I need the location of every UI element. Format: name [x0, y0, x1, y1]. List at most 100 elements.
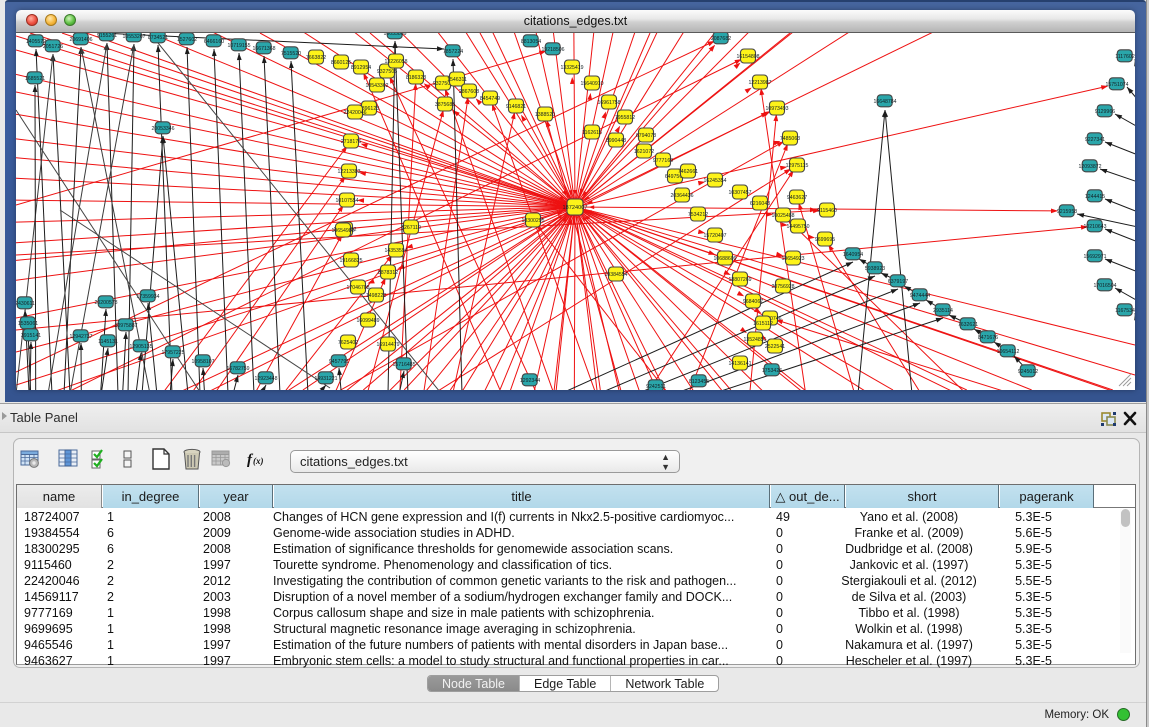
svg-text:9146821: 9146821: [506, 104, 526, 110]
svg-text:9129966: 9129966: [1095, 109, 1115, 115]
svg-text:14931221: 14931221: [314, 376, 337, 382]
svg-text:20756928: 20756928: [771, 284, 794, 290]
svg-text:19166825: 19166825: [339, 258, 362, 264]
svg-text:6216043: 6216043: [750, 201, 770, 207]
svg-text:19654982: 19654982: [331, 228, 354, 234]
svg-text:16782759: 16782759: [226, 366, 249, 372]
svg-text:10973493: 10973493: [765, 106, 788, 112]
svg-text:12905135: 12905135: [129, 344, 152, 350]
svg-text:18300295: 18300295: [521, 218, 544, 224]
svg-text:16961758: 16961758: [597, 100, 620, 106]
svg-text:8123455: 8123455: [689, 379, 709, 385]
svg-text:1162615: 1162615: [582, 130, 602, 136]
svg-text:10307457: 10307457: [728, 190, 751, 196]
svg-text:9242511: 9242511: [646, 384, 666, 390]
svg-text:16154808: 16154808: [736, 54, 759, 60]
svg-text:16914479: 16914479: [376, 342, 399, 348]
svg-text:9457791: 9457791: [329, 359, 349, 365]
svg-text:12923448: 12923448: [254, 376, 277, 382]
svg-text:2867608: 2867608: [459, 89, 479, 95]
svg-text:6379197: 6379197: [888, 279, 908, 285]
svg-text:1292344: 1292344: [520, 378, 540, 384]
svg-text:1167534: 1167534: [1115, 308, 1135, 314]
svg-text:9699695: 9699695: [815, 237, 835, 243]
svg-text:9327505: 9327505: [377, 69, 397, 75]
svg-text:7857224: 7857224: [443, 49, 463, 55]
svg-text:10210643: 10210643: [1083, 224, 1106, 230]
svg-text:20200578: 20200578: [94, 300, 117, 306]
svg-text:8660125: 8660125: [331, 60, 351, 66]
svg-text:9474444: 9474444: [910, 293, 930, 299]
svg-text:10553267: 10553267: [122, 34, 145, 40]
svg-text:19218506: 19218506: [541, 47, 564, 53]
svg-text:10543362: 10543362: [365, 83, 388, 89]
svg-text:2087682: 2087682: [711, 36, 731, 42]
svg-text:8734521: 8734521: [148, 35, 168, 41]
svg-text:8186328: 8186328: [406, 75, 426, 81]
svg-text:8454749: 8454749: [480, 96, 500, 102]
svg-text:1535061: 1535061: [18, 321, 38, 327]
svg-text:14495750: 14495750: [786, 224, 809, 230]
svg-text:10654112: 10654112: [997, 349, 1020, 355]
svg-text:9155261: 9155261: [97, 33, 117, 39]
svg-text:10719155: 10719155: [227, 43, 250, 49]
svg-text:10975887: 10975887: [114, 323, 137, 329]
svg-text:9245012: 9245012: [1018, 369, 1038, 375]
svg-text:13524851: 13524851: [743, 337, 766, 343]
svg-text:9115460: 9115460: [817, 208, 837, 214]
svg-text:2718176: 2718176: [341, 139, 361, 145]
svg-text:1527602: 1527602: [177, 37, 197, 43]
svg-text:17016504: 17016504: [1093, 283, 1116, 289]
svg-text:20364436: 20364436: [670, 193, 693, 199]
svg-text:12213383: 12213383: [337, 169, 360, 175]
svg-text:1145131: 1145131: [98, 339, 118, 345]
svg-text:17046708: 17046708: [346, 285, 369, 291]
svg-text:18807269: 18807269: [728, 277, 751, 283]
svg-text:2935114: 2935114: [933, 308, 953, 314]
svg-text:8471676: 8471676: [978, 335, 998, 341]
svg-text:1640954: 1640954: [843, 252, 863, 258]
svg-text:13325419: 13325419: [560, 65, 583, 71]
svg-text:3875685: 3875685: [435, 102, 455, 108]
svg-text:1244415: 1244415: [1085, 194, 1105, 200]
svg-text:7625402: 7625402: [338, 340, 358, 346]
svg-text:16648784: 16648784: [873, 99, 896, 105]
svg-text:1685521: 1685521: [25, 76, 45, 82]
svg-text:(x): (x): [253, 456, 264, 466]
svg-text:3267110: 3267110: [401, 225, 421, 231]
svg-text:6794078: 6794078: [636, 133, 656, 139]
svg-text:1117602: 1117602: [1115, 54, 1135, 60]
svg-text:7485063: 7485063: [780, 136, 800, 142]
svg-text:7632621: 7632621: [958, 322, 978, 328]
svg-text:12975115: 12975115: [786, 163, 809, 169]
svg-text:15716485: 15716485: [392, 362, 415, 368]
svg-text:10025488: 10025488: [771, 213, 794, 219]
svg-text:9215958: 9215958: [1057, 209, 1077, 215]
svg-text:7663822: 7663822: [306, 55, 326, 61]
svg-text:15692971: 15692971: [1083, 254, 1106, 260]
svg-text:14353594: 14353594: [384, 248, 407, 254]
svg-text:7462661: 7462661: [678, 169, 698, 175]
svg-text:9777169: 9777169: [653, 158, 673, 164]
svg-text:15751074: 15751074: [1105, 82, 1128, 88]
svg-text:5938923: 5938923: [865, 266, 885, 272]
svg-text:7955812: 7955812: [615, 115, 635, 121]
svg-text:16671368: 16671368: [252, 46, 275, 52]
svg-text:8990448: 8990448: [606, 138, 626, 144]
svg-text:6466160: 6466160: [204, 39, 224, 45]
svg-text:15640910: 15640910: [580, 81, 603, 87]
svg-text:7515520: 7515520: [281, 51, 301, 57]
svg-text:10688609: 10688609: [713, 256, 736, 262]
svg-text:17359934: 17359934: [136, 294, 159, 300]
svg-text:10107554: 10107554: [335, 198, 358, 204]
svg-text:8878312: 8878312: [378, 270, 398, 276]
svg-text:1498222: 1498222: [366, 293, 386, 299]
svg-text:19384554: 19384554: [604, 272, 627, 278]
svg-text:8813054: 8813054: [521, 39, 541, 45]
svg-text:20691406: 20691406: [69, 37, 92, 43]
svg-text:18724007: 18724007: [563, 205, 588, 211]
svg-text:1621072: 1621072: [634, 149, 654, 155]
svg-text:14136141: 14136141: [728, 361, 751, 367]
svg-text:22420046: 22420046: [343, 110, 366, 116]
svg-text:2522541: 2522541: [765, 344, 785, 350]
